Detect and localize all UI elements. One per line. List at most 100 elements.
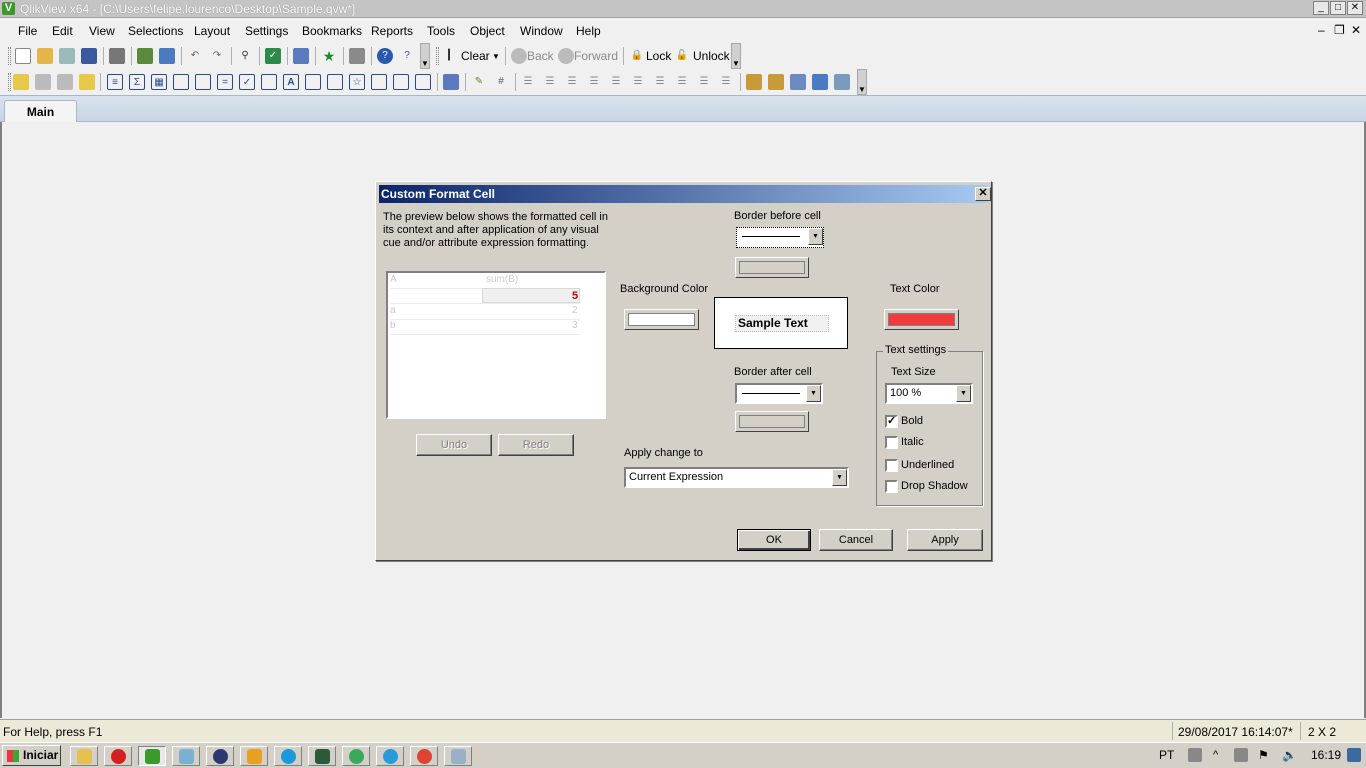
clear-button[interactable]: Clear	[461, 49, 490, 63]
volume-icon[interactable]: 🔈	[1282, 748, 1297, 762]
text-object-icon[interactable]: A	[283, 74, 299, 90]
current-selections-box-icon[interactable]: ✓	[239, 74, 255, 90]
menu-selections[interactable]: Selections	[128, 24, 183, 38]
taskbar-app[interactable]	[172, 746, 200, 766]
unlock-icon[interactable]: 🔓	[674, 48, 690, 64]
add-sheet-icon[interactable]	[13, 74, 29, 90]
cancel-button[interactable]: Cancel	[819, 529, 893, 551]
bookmark-object-icon[interactable]: ☆	[349, 74, 365, 90]
text-size-select[interactable]: 100 % ▼	[885, 383, 973, 404]
new-document-icon[interactable]	[15, 48, 31, 64]
back-button[interactable]: Back	[527, 49, 554, 63]
dialog-close-button[interactable]: ✕	[975, 187, 991, 201]
line-arrow-object-icon[interactable]	[305, 74, 321, 90]
italic-checkbox[interactable]: Italic	[885, 436, 965, 450]
apply-change-to-select[interactable]: Current Expression ▼	[624, 467, 849, 488]
reload-icon[interactable]	[59, 48, 75, 64]
show-hidden-icons-icon[interactable]: ^	[1213, 748, 1227, 762]
open-folder-icon[interactable]	[37, 48, 53, 64]
space-vertical-icon[interactable]: ☰	[652, 74, 668, 90]
align-bottom-icon[interactable]: ☰	[586, 74, 602, 90]
lock-button[interactable]: Lock	[646, 49, 671, 63]
clear-icon[interactable]: ▎	[444, 48, 460, 64]
menu-object[interactable]: Object	[470, 24, 505, 38]
document-close-icon[interactable]: ✕	[1351, 23, 1361, 37]
chevron-down-icon[interactable]: ▼	[832, 469, 847, 486]
drop-shadow-checkbox[interactable]: Drop Shadow	[885, 480, 975, 494]
menu-help[interactable]: Help	[576, 24, 601, 38]
menu-reports[interactable]: Reports	[371, 24, 413, 38]
list-box-icon[interactable]: ≡	[107, 74, 123, 90]
edit-script-icon[interactable]	[137, 48, 153, 64]
taskbar-app[interactable]	[206, 746, 234, 766]
edit-module-icon[interactable]	[790, 74, 806, 90]
button-object-icon[interactable]	[261, 74, 277, 90]
save-icon[interactable]	[81, 48, 97, 64]
custom-object-icon[interactable]	[415, 74, 431, 90]
minimize-button[interactable]: _	[1313, 1, 1329, 15]
help-icon[interactable]: ?	[377, 48, 393, 64]
toolbar-grip[interactable]	[436, 47, 439, 65]
close-button[interactable]: ✕	[1347, 1, 1363, 15]
forward-icon[interactable]	[558, 48, 574, 64]
taskbar-opera[interactable]	[104, 746, 132, 766]
design-grid-icon[interactable]: #	[493, 74, 509, 90]
chevron-down-icon[interactable]: ▼	[956, 385, 971, 402]
taskbar-app[interactable]	[444, 746, 472, 766]
align-center-icon[interactable]: ☰	[542, 74, 558, 90]
taskbar-media[interactable]	[240, 746, 268, 766]
clear-dropdown-icon[interactable]: ▼	[492, 52, 500, 61]
chevron-down-icon[interactable]: ▼	[806, 385, 821, 402]
bookmark-star-icon[interactable]: ★	[321, 48, 337, 64]
border-before-color-button[interactable]	[735, 257, 809, 278]
back-icon[interactable]	[511, 48, 527, 64]
maximize-button[interactable]: □	[1330, 1, 1346, 15]
promote-sheet-icon[interactable]	[35, 74, 51, 90]
menu-layout[interactable]: Layout	[194, 24, 230, 38]
space-horizontal-icon[interactable]: ☰	[674, 74, 690, 90]
undo-icon[interactable]: ↶	[187, 48, 203, 64]
adjust-top-icon[interactable]: ☰	[718, 74, 734, 90]
search-object-icon[interactable]	[371, 74, 387, 90]
start-button[interactable]: Iniciar	[2, 745, 61, 766]
apply-button[interactable]: Apply	[907, 529, 983, 551]
clock[interactable]: 16:19	[1311, 748, 1341, 762]
language-indicator[interactable]: PT	[1159, 748, 1174, 762]
chevron-down-icon[interactable]: ▼	[808, 228, 823, 245]
keyboard-icon[interactable]	[1188, 748, 1202, 762]
reload-data-icon[interactable]	[159, 48, 175, 64]
demote-sheet-icon[interactable]	[57, 74, 73, 90]
container-object-icon[interactable]	[393, 74, 409, 90]
taskbar-skype[interactable]	[274, 746, 302, 766]
menu-view[interactable]: View	[89, 24, 115, 38]
chart-wizard-icon[interactable]	[293, 48, 309, 64]
menu-file[interactable]: File	[18, 24, 37, 38]
taskbar-app[interactable]	[342, 746, 370, 766]
taskbar-explorer[interactable]	[70, 746, 98, 766]
slider-object-icon[interactable]	[327, 74, 343, 90]
document-properties-icon[interactable]	[746, 74, 762, 90]
menu-bookmarks[interactable]: Bookmarks	[302, 24, 362, 38]
menu-window[interactable]: Window	[520, 24, 563, 38]
context-help-icon[interactable]: ?	[399, 48, 415, 64]
background-color-button[interactable]	[624, 309, 699, 330]
current-selections-icon[interactable]: ✓	[265, 48, 281, 64]
action-center-flag-icon[interactable]: ⚑	[1258, 748, 1272, 762]
align-middle-icon[interactable]: ☰	[608, 74, 624, 90]
edit-report-icon[interactable]	[349, 48, 365, 64]
tab-main[interactable]: Main	[4, 100, 77, 123]
multi-box-icon[interactable]	[173, 74, 189, 90]
taskbar-telegram[interactable]	[376, 746, 404, 766]
text-color-button[interactable]	[884, 309, 959, 330]
adjust-left-icon[interactable]: ☰	[696, 74, 712, 90]
taskbar-chrome[interactable]	[410, 746, 438, 766]
table-box-icon[interactable]: ▦	[151, 74, 167, 90]
expression-overview-icon[interactable]	[834, 74, 850, 90]
menu-edit[interactable]: Edit	[52, 24, 73, 38]
new-sheet-object-icon[interactable]	[443, 74, 459, 90]
search-icon[interactable]: ⚲	[237, 48, 253, 64]
taskbar-terminal[interactable]	[308, 746, 336, 766]
input-box-icon[interactable]: =	[217, 74, 233, 90]
print-icon[interactable]	[109, 48, 125, 64]
table-viewer-icon[interactable]	[812, 74, 828, 90]
